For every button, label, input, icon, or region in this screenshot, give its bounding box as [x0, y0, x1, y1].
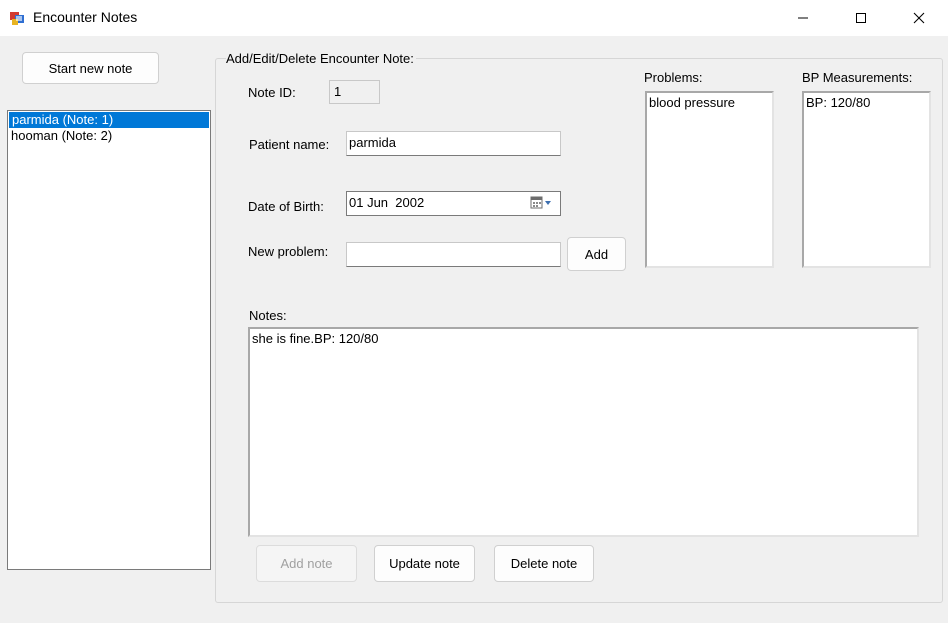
close-icon — [913, 12, 925, 24]
patient-name-label: Patient name: — [249, 137, 330, 152]
problem-item[interactable]: blood pressure — [649, 95, 770, 110]
minimize-icon — [798, 17, 808, 19]
new-problem-label: New problem: — [248, 244, 329, 259]
add-problem-button[interactable]: Add — [567, 237, 626, 271]
calendar-dropdown-icon[interactable] — [530, 196, 556, 213]
maximize-icon — [856, 13, 866, 23]
patient-name-input[interactable]: parmida — [346, 131, 561, 156]
start-new-note-button[interactable]: Start new note — [22, 52, 159, 84]
add-note-button[interactable]: Add note — [256, 545, 357, 582]
notes-listbox[interactable]: parmida (Note: 1) hooman (Note: 2) — [7, 110, 211, 570]
note-id-value: 1 — [329, 80, 380, 104]
problems-listbox[interactable]: blood pressure — [645, 91, 774, 268]
bp-measurements-label: BP Measurements: — [802, 70, 913, 85]
note-id-label: Note ID: — [248, 85, 296, 100]
update-note-button[interactable]: Update note — [374, 545, 475, 582]
notes-text: she is fine.BP: 120/80 — [252, 331, 379, 346]
new-problem-input[interactable] — [346, 242, 561, 267]
list-item-note-2[interactable]: hooman (Note: 2) — [8, 128, 210, 144]
app-icon — [9, 10, 25, 26]
dob-label: Date of Birth: — [248, 199, 324, 214]
window-title: Encounter Notes — [33, 9, 138, 25]
title-bar[interactable]: Encounter Notes — [0, 0, 948, 36]
bp-measurements-listbox[interactable]: BP: 120/80 — [802, 91, 931, 268]
dob-text: 01 Jun 2002 — [349, 195, 425, 210]
maximize-button[interactable] — [832, 0, 890, 36]
close-button[interactable] — [890, 0, 948, 36]
minimize-button[interactable] — [774, 0, 832, 36]
patient-name-text: parmida — [349, 135, 396, 150]
list-item-note-1[interactable]: parmida (Note: 1) — [9, 112, 209, 128]
delete-note-button[interactable]: Delete note — [494, 545, 594, 582]
note-id-text: 1 — [334, 84, 342, 99]
notes-textarea[interactable]: she is fine.BP: 120/80 — [248, 327, 919, 537]
dob-datepicker[interactable]: 01 Jun 2002 — [346, 191, 561, 216]
problems-label: Problems: — [644, 70, 703, 85]
bp-item[interactable]: BP: 120/80 — [806, 95, 927, 110]
groupbox-title: Add/Edit/Delete Encounter Note: — [226, 51, 416, 66]
notes-label: Notes: — [249, 308, 287, 323]
